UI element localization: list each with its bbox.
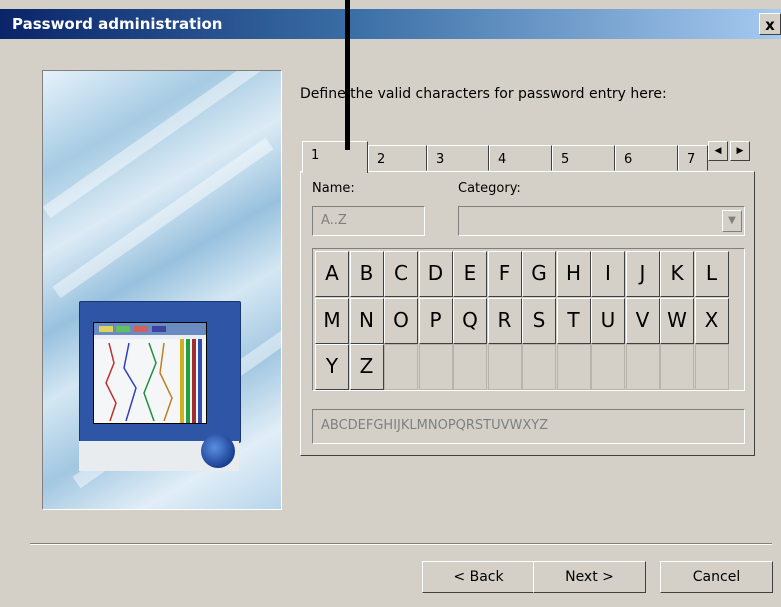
category-dropdown[interactable]: ▼ [458,206,745,236]
tab-4[interactable]: 4 [489,145,552,171]
illustration-image [42,70,282,510]
key-empty[interactable] [591,344,625,390]
key-empty[interactable] [418,344,453,390]
tab-2[interactable]: 2 [368,145,427,171]
window-title: Password administration [12,15,223,33]
device-screen [93,322,207,424]
key-c[interactable]: C [384,251,418,297]
key-f[interactable]: F [487,251,522,297]
key-b[interactable]: B [349,251,384,297]
name-label: Name: [312,181,355,196]
key-h[interactable]: H [556,251,591,297]
key-a[interactable]: A [315,251,349,297]
name-field[interactable]: A..Z [312,206,425,236]
key-x[interactable]: X [694,297,729,344]
category-label: Category: [458,181,521,196]
key-empty[interactable] [522,344,556,390]
key-d[interactable]: D [418,251,453,297]
key-n[interactable]: N [349,297,384,344]
key-g[interactable]: G [522,251,556,297]
key-w[interactable]: W [660,297,694,344]
chevron-down-icon[interactable]: ▼ [722,210,742,232]
key-v[interactable]: V [625,297,660,344]
key-s[interactable]: S [522,297,556,344]
separator [30,543,772,545]
key-u[interactable]: U [591,297,625,344]
key-empty[interactable] [556,344,591,390]
instruction-text: Define the valid characters for password… [300,86,667,102]
tab-panel: Name: Category: A..Z ▼ ABCDEFGHIJKL MNOPQ… [300,171,755,456]
key-e[interactable]: E [453,251,487,297]
tab-6[interactable]: 6 [615,145,678,171]
key-r[interactable]: R [487,297,522,344]
key-j[interactable]: J [625,251,660,297]
key-q[interactable]: Q [453,297,487,344]
key-empty[interactable] [660,344,694,390]
back-button[interactable]: < Back [422,561,535,593]
background-streak [52,137,274,299]
tab-scroll-left-button[interactable]: ◀ [708,141,728,161]
character-grid: ABCDEFGHIJKL MNOPQRSTUVWX YZ [312,248,745,391]
close-button[interactable]: x [759,13,781,35]
tab-7[interactable]: 7 [678,145,708,171]
key-empty[interactable] [487,344,522,390]
key-k[interactable]: K [660,251,694,297]
key-o[interactable]: O [384,297,418,344]
tab-3[interactable]: 3 [427,145,489,171]
key-y[interactable]: Y [315,344,349,390]
recorder-device-image [79,301,241,471]
key-empty[interactable] [453,344,487,390]
tab-5[interactable]: 5 [552,145,615,171]
next-button[interactable]: Next > [533,561,646,593]
mouse-pointer-line [345,0,350,150]
tab-1[interactable]: 1 [302,141,368,173]
key-empty[interactable] [694,344,729,390]
device-knob [201,434,235,468]
key-m[interactable]: M [315,297,349,344]
background-streak [43,71,264,219]
key-empty[interactable] [625,344,660,390]
key-empty[interactable] [384,344,418,390]
key-t[interactable]: T [556,297,591,344]
key-z[interactable]: Z [349,344,384,390]
tab-scroll-right-button[interactable]: ▶ [730,141,750,161]
device-bezel [79,301,241,443]
key-p[interactable]: P [418,297,453,344]
title-bar: Password administration x [0,9,781,39]
valid-characters-field: ABCDEFGHIJKLMNOPQRSTUVWXYZ [312,409,745,444]
key-l[interactable]: L [694,251,729,297]
key-i[interactable]: I [591,251,625,297]
cancel-button[interactable]: Cancel [660,561,773,593]
